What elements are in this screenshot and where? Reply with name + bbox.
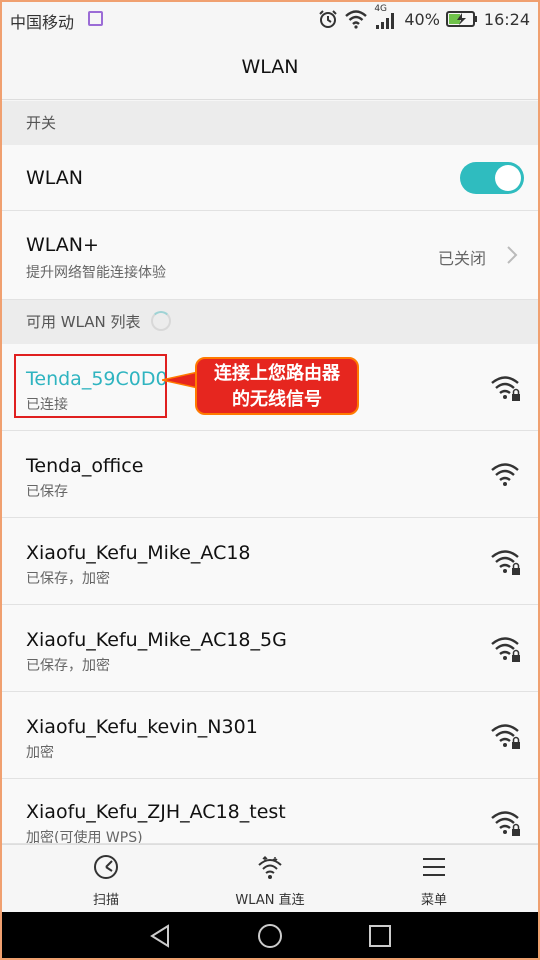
- clock-time: 16:24: [483, 9, 530, 29]
- network-ssid: Tenda_office: [26, 455, 144, 477]
- network-status: 已保存，加密: [26, 571, 110, 587]
- chevron-right-icon: [507, 246, 518, 264]
- wlan-plus-row[interactable]: WLAN+ 提升网络智能连接体验 已关闭: [2, 211, 538, 300]
- switch-section-header: 开关: [2, 101, 538, 145]
- scanning-spinner-icon: [151, 310, 172, 331]
- carrier-label: 中国移动: [10, 13, 75, 32]
- wifi-icon: [491, 463, 519, 486]
- connected-network-highlight: [14, 354, 167, 418]
- menu-icon: [423, 858, 445, 876]
- system-nav-bar: [2, 912, 538, 958]
- wlan-direct-label: WLAN 直连: [235, 893, 305, 908]
- cell-signal-icon: [376, 13, 395, 29]
- wifi-locked-icon: [491, 724, 520, 749]
- wlan-toggle-row[interactable]: WLAN: [2, 145, 538, 211]
- scan-label: 扫描: [92, 893, 119, 908]
- network-row[interactable]: Xiaofu_Kefu_ZJH_AC18_test 加密(可使用 WPS): [2, 779, 538, 844]
- wlan-plus-status: 已关闭: [437, 249, 486, 268]
- cell-signal: 4G: [374, 4, 398, 30]
- wlan-direct-icon: [258, 855, 282, 879]
- status-icons: 4G 40% 16:24: [318, 4, 530, 32]
- networks-section-header: 可用 WLAN 列表: [2, 300, 538, 344]
- network-ssid: Xiaofu_Kefu_Mike_AC18: [26, 542, 251, 564]
- network-row[interactable]: Xiaofu_Kefu_Mike_AC18 已保存，加密: [2, 518, 538, 605]
- network-status: 加密: [26, 745, 54, 761]
- annotation-callout: 连接上您路由器 的无线信号: [195, 357, 359, 415]
- menu-label: 菜单: [420, 893, 447, 908]
- network-row[interactable]: Xiaofu_Kefu_Mike_AC18_5G 已保存，加密: [2, 605, 538, 692]
- page-title: WLAN: [2, 36, 538, 100]
- wlan-plus-description: 提升网络智能连接体验: [26, 265, 166, 281]
- menu-button[interactable]: 菜单: [354, 845, 514, 913]
- network-ssid: Xiaofu_Kefu_ZJH_AC18_test: [26, 801, 286, 823]
- wlan-plus-label: WLAN+: [26, 234, 99, 256]
- wifi-status-icon: [345, 10, 368, 29]
- callout-line-2: 的无线信号: [232, 389, 322, 410]
- home-icon[interactable]: [257, 923, 283, 949]
- network-ssid: Xiaofu_Kefu_kevin_N301: [26, 716, 258, 738]
- bottom-action-bar: 扫描 WLAN 直连 菜单: [2, 844, 538, 912]
- alarm-icon: [319, 10, 338, 28]
- wlan-direct-button[interactable]: WLAN 直连: [190, 845, 350, 913]
- toggle-knob: [495, 165, 521, 191]
- callout-pointer: [162, 371, 198, 389]
- network-status: 已保存: [26, 484, 68, 500]
- battery-percent: 40%: [404, 9, 440, 29]
- network-row[interactable]: Tenda_office 已保存: [2, 431, 538, 518]
- wifi-locked-icon: [491, 550, 520, 575]
- wifi-locked-icon: [491, 811, 520, 836]
- callout-line-1: 连接上您路由器: [214, 363, 340, 384]
- status-bar: 中国移动 4G 40% 16:24: [2, 2, 538, 36]
- scan-button[interactable]: 扫描: [26, 845, 186, 913]
- wifi-locked-icon: [491, 637, 520, 662]
- battery-charging-icon: [445, 11, 477, 27]
- back-icon[interactable]: [148, 923, 174, 949]
- network-status: 加密(可使用 WPS): [26, 830, 143, 844]
- scan-icon: [94, 855, 118, 879]
- network-row[interactable]: Xiaofu_Kefu_kevin_N301 加密: [2, 692, 538, 779]
- network-status: 已保存，加密: [26, 658, 110, 674]
- wlan-label: WLAN: [26, 167, 84, 189]
- sim-icon: [88, 11, 103, 26]
- networks-header-label: 可用 WLAN 列表: [26, 313, 141, 331]
- wlan-toggle[interactable]: [460, 162, 524, 194]
- recents-icon[interactable]: [367, 923, 393, 949]
- network-ssid: Xiaofu_Kefu_Mike_AC18_5G: [26, 629, 287, 651]
- wifi-locked-icon: [491, 376, 520, 401]
